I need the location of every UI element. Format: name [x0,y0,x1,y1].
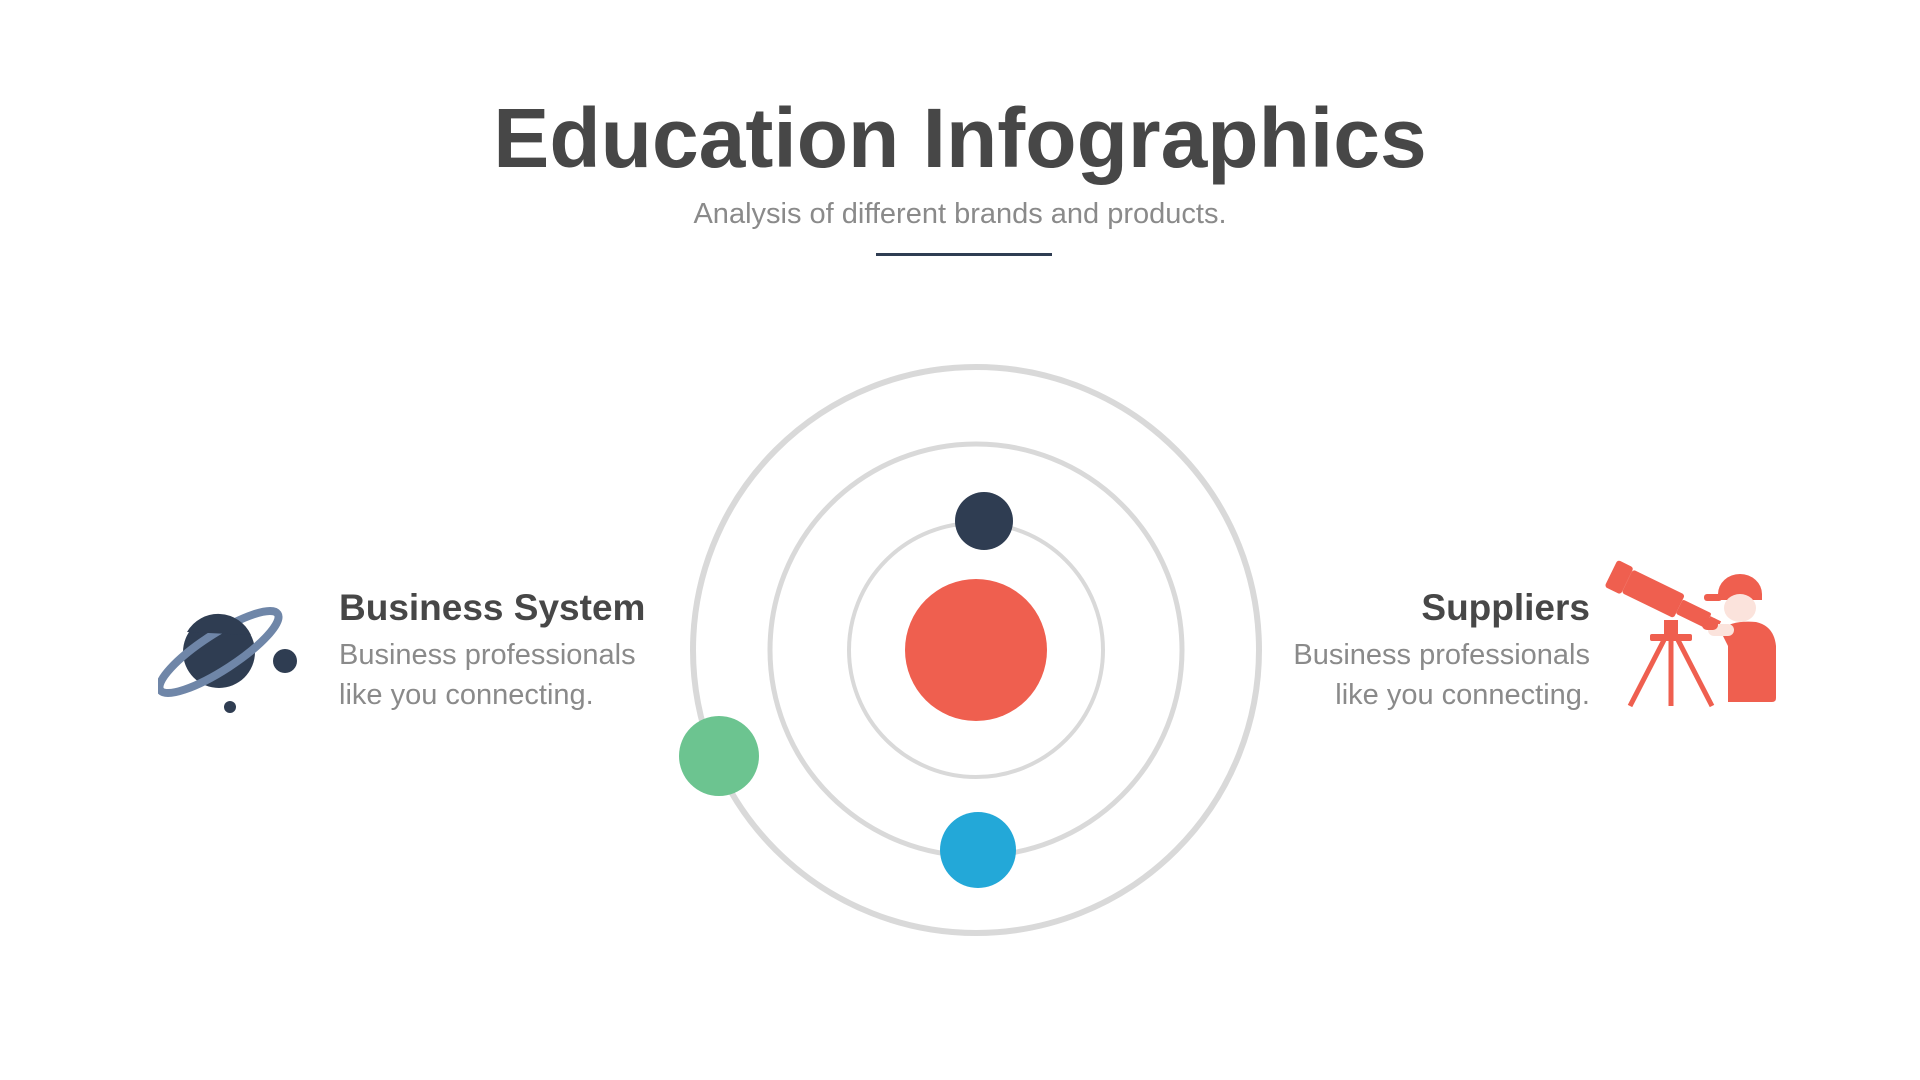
navy-planet [955,492,1013,550]
business-system-desc-line1: Business professionals [339,639,636,671]
telescope-astronomer-icon [1605,560,1776,708]
green-planet [679,716,759,796]
suppliers-title: Suppliers [1421,587,1590,628]
center-sun [905,579,1047,721]
suppliers-desc-line2: like you connecting. [1335,679,1590,711]
orbit-diagram [679,364,1262,936]
business-system-desc-line2: like you connecting. [339,679,594,711]
planet-icon [158,606,297,713]
business-system-title: Business System [339,587,646,628]
blue-planet [940,812,1016,888]
suppliers-desc-line1: Business professionals [1293,639,1590,671]
